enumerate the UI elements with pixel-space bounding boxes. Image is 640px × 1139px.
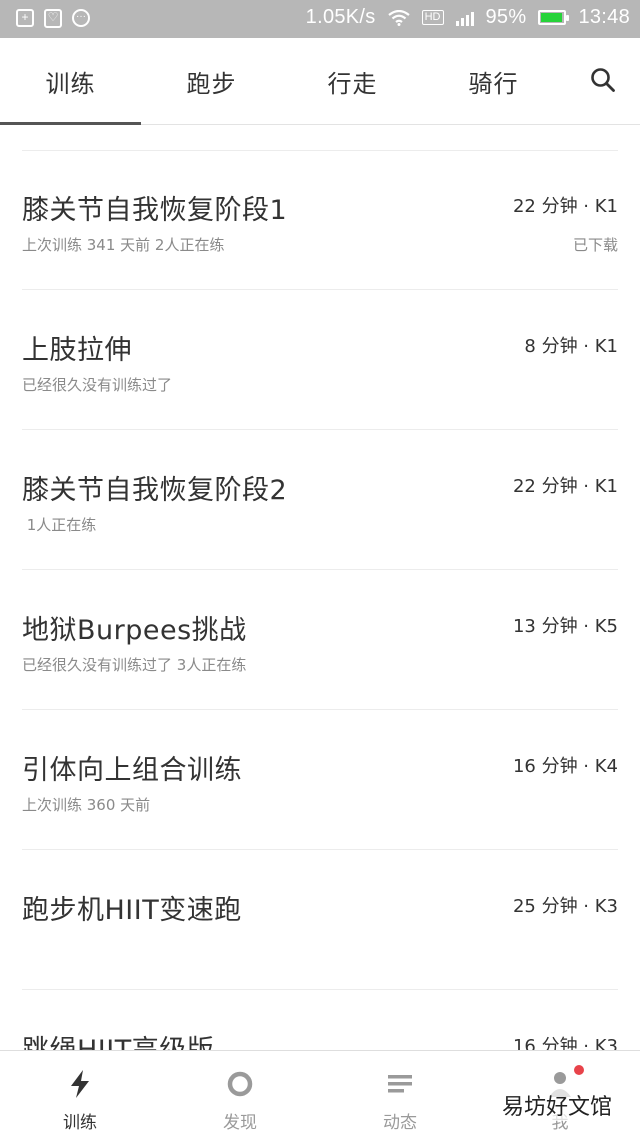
workout-item[interactable]: 上肢拉伸 8 分钟 · K1 已经很久没有训练过了 <box>0 290 640 430</box>
workout-subtitle: 已经很久没有训练过了 3人正在练 <box>22 656 247 674</box>
workout-item[interactable]: 膝关节自我恢复阶段1 22 分钟 · K1 上次训练 341 天前 2人正在练 … <box>0 150 640 290</box>
nav-feed[interactable]: 动态 <box>320 1051 480 1139</box>
active-tab-indicator <box>0 122 141 125</box>
workout-title: 引体向上组合训练 <box>22 755 242 786</box>
add-box-icon: + <box>16 9 34 27</box>
workout-item[interactable]: 地狱Burpees挑战 13 分钟 · K5 已经很久没有训练过了 3人正在练 <box>0 570 640 710</box>
workout-title: 地狱Burpees挑战 <box>22 615 247 646</box>
tab-training-label: 训练 <box>45 69 96 98</box>
tab-walking-label: 行走 <box>327 69 378 98</box>
tab-running-label: 跑步 <box>186 69 237 98</box>
battery-percent: 95% <box>485 6 527 28</box>
feed-lines-icon <box>386 1069 414 1099</box>
nav-discover[interactable]: 发现 <box>160 1051 320 1139</box>
clock: 13:48 <box>578 6 630 28</box>
network-speed: 1.05K/s <box>305 6 376 28</box>
workout-item[interactable]: 引体向上组合训练 16 分钟 · K4 上次训练 360 天前 <box>0 710 640 850</box>
watermark: 易坊好文馆 <box>497 1089 616 1121</box>
tab-walking[interactable]: 行走 <box>282 38 423 124</box>
more-dots-icon: ··· <box>72 9 90 27</box>
workout-item[interactable]: 跑步机HIIT变速跑 25 分钟 · K3 <box>0 850 640 990</box>
nav-feed-label: 动态 <box>383 1113 417 1133</box>
workout-title: 膝关节自我恢复阶段1 <box>22 195 288 226</box>
workout-duration-level: 8 分钟 · K1 <box>524 336 618 357</box>
bottom-nav: 训练 发现 动态 我 易坊好文馆 <box>0 1050 640 1139</box>
workout-subtitle: 已经很久没有训练过了 <box>22 376 173 394</box>
status-system-icons: 1.05K/s HD 95% 13:48 <box>306 6 630 29</box>
workout-duration-level: 13 分钟 · K5 <box>512 616 618 637</box>
top-tab-bar: 训练 跑步 行走 骑行 <box>0 38 640 125</box>
signal-icon <box>455 10 474 26</box>
workout-title: 膝关节自我恢复阶段2 <box>22 475 288 506</box>
status-bar: + ♡ ··· 1.05K/s HD 95% 13:48 <box>0 0 640 38</box>
workout-title: 跑步机HIIT变速跑 <box>22 895 242 926</box>
tab-running[interactable]: 跑步 <box>141 38 282 124</box>
tab-training[interactable]: 训练 <box>0 38 141 125</box>
workout-duration-level: 25 分钟 · K3 <box>512 896 618 917</box>
workout-subtitle: 1人正在练 <box>22 516 97 534</box>
hd-badge-icon: HD <box>421 10 444 25</box>
nav-discover-label: 发现 <box>223 1113 257 1133</box>
bolt-icon <box>66 1069 94 1099</box>
workout-duration-level: 16 分钟 · K4 <box>512 756 618 777</box>
search-icon[interactable] <box>590 67 616 93</box>
battery-icon <box>538 10 570 25</box>
battery-fill <box>541 13 563 22</box>
workout-subtitle: 上次训练 360 天前 <box>22 796 151 814</box>
workout-item[interactable]: 膝关节自我恢复阶段2 22 分钟 · K1 1人正在练 <box>0 430 640 570</box>
notification-dot <box>574 1065 584 1075</box>
shield-icon: ♡ <box>44 9 62 28</box>
workout-subtitle: 上次训练 341 天前 2人正在练 <box>22 236 225 254</box>
nav-training[interactable]: 训练 <box>0 1051 160 1139</box>
workout-title: 上肢拉伸 <box>22 335 132 366</box>
download-status: 已下载 <box>572 236 618 254</box>
nav-training-label: 训练 <box>63 1113 97 1133</box>
ring-icon <box>226 1069 254 1099</box>
workout-duration-level: 22 分钟 · K1 <box>512 476 618 497</box>
status-notification-icons: + ♡ ··· <box>16 9 90 28</box>
tab-cycling[interactable]: 骑行 <box>423 38 564 124</box>
wifi-icon <box>387 9 410 26</box>
workout-duration-level: 22 分钟 · K1 <box>512 196 618 217</box>
tab-cycling-label: 骑行 <box>468 69 519 98</box>
